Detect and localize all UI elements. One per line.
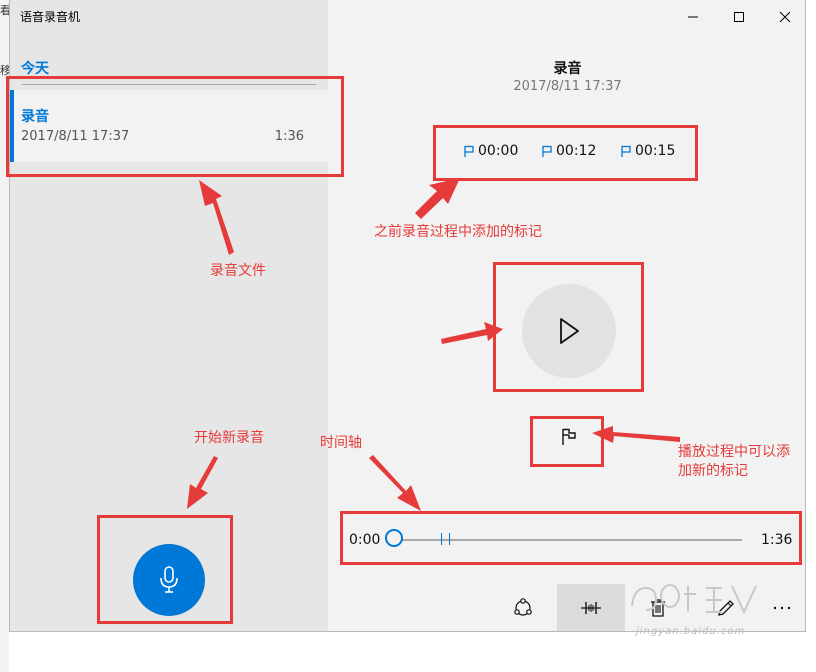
annotation-text-add-marker-line2: 加新的标记 xyxy=(678,463,748,479)
minimize-icon xyxy=(688,16,698,18)
annotation-text-recording-file: 录音文件 xyxy=(210,263,266,279)
share-icon xyxy=(514,598,532,616)
maximize-button[interactable] xyxy=(719,6,759,28)
annotation-box-markers xyxy=(433,125,698,181)
maximize-icon xyxy=(734,12,744,22)
recording-title: 录音 xyxy=(553,61,582,77)
watermark-url: jingyan.baidu.com xyxy=(636,626,746,637)
minimize-button[interactable] xyxy=(673,6,713,28)
trim-icon xyxy=(581,602,601,614)
close-button[interactable] xyxy=(765,6,805,28)
close-icon xyxy=(779,11,791,23)
recording-timestamp: 2017/8/11 17:37 xyxy=(513,79,622,94)
annotation-text-new-recording: 开始新录音 xyxy=(194,430,264,446)
annotation-text-markers: 之前录音过程中添加的标记 xyxy=(374,224,542,240)
baidu-jingyan-watermark-logo xyxy=(631,584,757,615)
annotation-text-add-marker-line1: 播放过程中可以添 xyxy=(678,444,790,460)
annotation-box-add-marker xyxy=(530,416,604,467)
annotation-box-recording-file xyxy=(6,76,344,177)
annotation-box-timeline xyxy=(340,511,802,565)
share-button[interactable] xyxy=(499,584,547,631)
trim-button[interactable] xyxy=(557,584,625,631)
group-header-today: 今天 xyxy=(21,61,49,77)
annotation-box-play xyxy=(493,262,644,392)
app-title: 语音录音机 xyxy=(20,10,81,24)
annotation-text-timeline: 时间轴 xyxy=(320,435,362,451)
annotation-box-new-recording xyxy=(97,515,233,624)
